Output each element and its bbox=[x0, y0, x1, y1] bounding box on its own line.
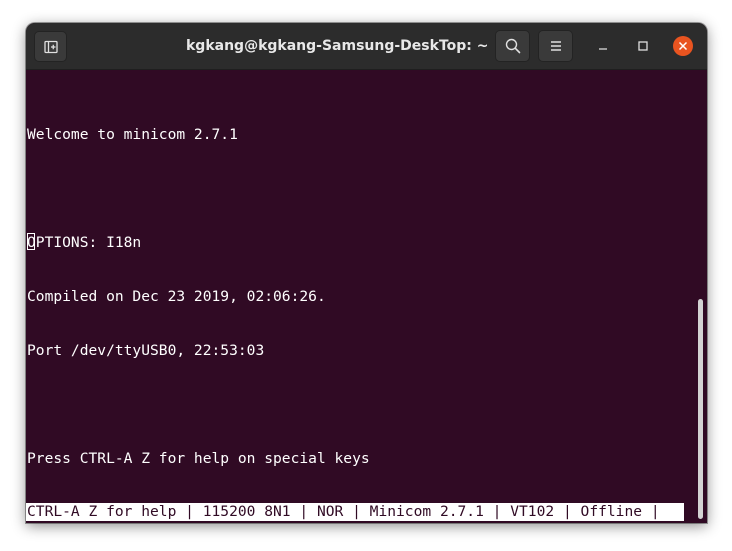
text-cursor bbox=[27, 233, 35, 250]
new-tab-button[interactable] bbox=[34, 31, 67, 62]
close-button[interactable] bbox=[673, 36, 693, 56]
terminal-line: Compiled on Dec 23 2019, 02:06:26. bbox=[27, 288, 326, 305]
terminal-line: Port /dev/ttyUSB0, 22:53:03 bbox=[27, 342, 265, 359]
terminal-output: Welcome to minicom 2.7.1 OPTIONS: I18n C… bbox=[27, 90, 370, 504]
window-title: kgkang@kgkang-Samsung-DeskTop: ~ bbox=[186, 38, 489, 54]
terminal-line: Press CTRL-A Z for help on special keys bbox=[27, 450, 370, 467]
terminal-window: kgkang@kgkang-Samsung-DeskTop: ~ Welcome… bbox=[26, 23, 707, 523]
scrollbar-thumb[interactable] bbox=[698, 299, 703, 519]
minicom-status-bar: CTRL-A Z for help | 115200 8N1 | NOR | M… bbox=[26, 503, 684, 521]
terminal-line: OPTIONS: I18n bbox=[27, 234, 142, 251]
minimize-button[interactable] bbox=[593, 36, 613, 56]
search-button[interactable] bbox=[495, 30, 530, 62]
title-bar[interactable]: kgkang@kgkang-Samsung-DeskTop: ~ bbox=[26, 23, 707, 70]
terminal-area[interactable]: Welcome to minicom 2.7.1 OPTIONS: I18n C… bbox=[26, 70, 707, 523]
terminal-line: Welcome to minicom 2.7.1 bbox=[27, 126, 238, 143]
maximize-button[interactable] bbox=[633, 36, 653, 56]
menu-button[interactable] bbox=[538, 30, 573, 62]
